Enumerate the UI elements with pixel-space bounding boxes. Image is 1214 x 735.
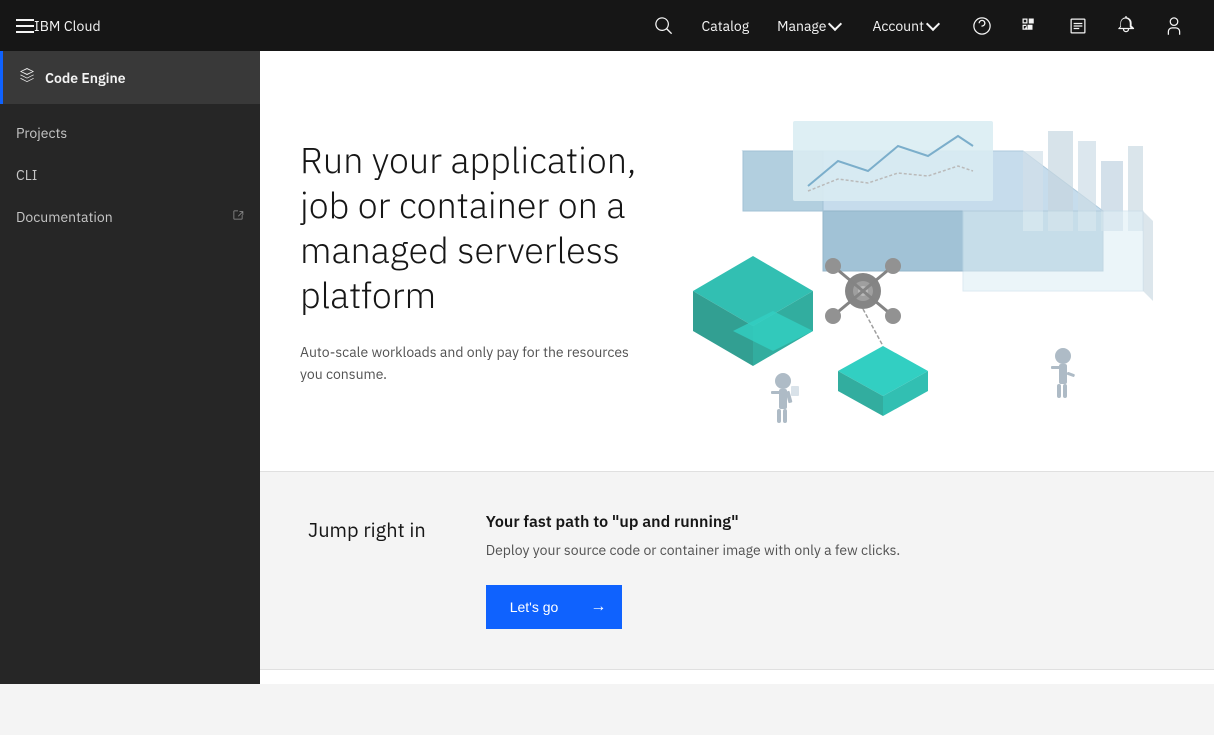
notifications-button[interactable] <box>1102 0 1150 51</box>
sidebar-header: Code Engine <box>0 51 260 104</box>
help-button[interactable] <box>958 0 1006 51</box>
code-engine-icon <box>19 67 35 88</box>
jump-section-label: Jump right in <box>308 512 426 543</box>
search-button[interactable] <box>654 16 674 36</box>
catalog-nav-item[interactable]: Catalog <box>690 0 762 51</box>
manage-nav-item[interactable]: Manage <box>765 0 852 51</box>
cost-estimator-button[interactable] <box>1054 0 1102 51</box>
sidebar: Code Engine Projects CLI Documentation <box>0 51 260 684</box>
sidebar-item-cli[interactable]: CLI <box>0 154 260 196</box>
header-nav: Catalog Manage <box>690 0 853 51</box>
sidebar-item-projects[interactable]: Projects <box>0 112 260 154</box>
header: IBM Cloud Catalog Manage Account <box>0 0 1214 51</box>
sidebar-item-documentation[interactable]: Documentation <box>0 196 260 238</box>
lets-go-button[interactable]: Let's go → <box>486 585 623 629</box>
main-content: Run your application, job or container o… <box>260 51 1214 684</box>
user-profile-button[interactable] <box>1150 0 1198 51</box>
external-link-icon <box>232 209 244 225</box>
fast-path-description: Deploy your source code or container ima… <box>486 540 1166 561</box>
features-section: Features Go live in seconds Build great … <box>260 669 1214 684</box>
sidebar-navigation: Projects CLI Documentation <box>0 104 260 238</box>
hero-illustration <box>640 91 1166 431</box>
arrow-right-icon: → <box>590 598 606 616</box>
app-layout: Code Engine Projects CLI Documentation R… <box>0 51 1214 684</box>
hero-section: Run your application, job or container o… <box>260 51 1214 471</box>
sidebar-service-name: Code Engine <box>45 69 126 87</box>
jump-content-area: Your fast path to "up and running" Deplo… <box>486 512 1166 629</box>
hero-title: Run your application, job or container o… <box>300 137 640 317</box>
menu-icon[interactable] <box>16 19 34 33</box>
header-icons <box>958 0 1198 51</box>
ibm-cloud-logo: IBM Cloud <box>34 17 101 35</box>
switcher-button[interactable] <box>1006 0 1054 51</box>
jump-right-in-section: Jump right in Your fast path to "up and … <box>260 471 1214 669</box>
fast-path-title: Your fast path to "up and running" <box>486 512 1166 532</box>
manage-chevron-icon <box>828 17 842 31</box>
hero-subtitle: Auto-scale workloads and only pay for th… <box>300 341 640 386</box>
hero-text-area: Run your application, job or container o… <box>300 137 640 386</box>
account-chevron-icon <box>926 17 940 31</box>
account-nav-item[interactable]: Account <box>860 0 950 51</box>
